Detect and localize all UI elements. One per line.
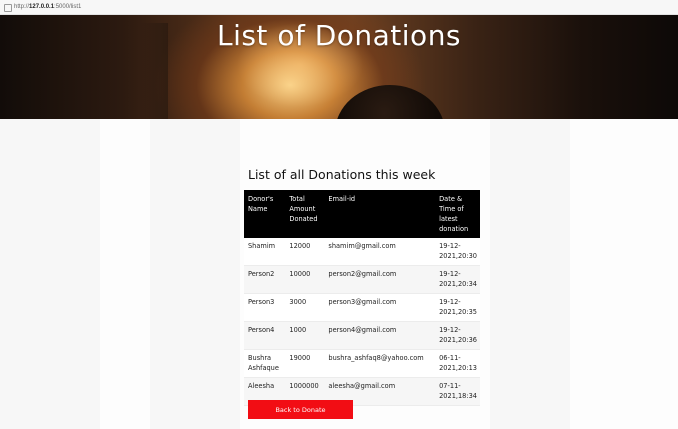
table-row: Shamim 12000 shamim@gmail.com 19-12-2021… [244,238,480,266]
section-title: List of all Donations this week [248,167,436,182]
donations-table: Donor's Name Total Amount Donated Email-… [244,190,480,406]
table-header-row: Donor's Name Total Amount Donated Email-… [244,190,480,238]
hero-background-silhouette [335,85,445,119]
cell-amount: 12000 [285,238,325,266]
column-header-amount: Total Amount Donated [285,190,325,238]
table-row: Bushra Ashfaque 19000 bushra_ashfaq8@yah… [244,349,480,378]
cell-date: 19-12-2021,20:30 [435,238,480,266]
cell-donor-name: Person4 [244,321,286,350]
cell-date: 19-12-2021,20:34 [435,265,480,294]
background-stripe [490,119,570,429]
cell-date: 19-12-2021,20:36 [435,321,480,350]
info-icon[interactable] [4,4,12,12]
page-title: List of Donations [216,19,462,52]
table-row: Person4 1000 person4@gmail.com 19-12-202… [244,321,480,350]
url-text[interactable]: http://127.0.0.1:5000/list1 [14,2,81,12]
cell-amount: 10000 [285,265,325,294]
cell-date: 19-12-2021,20:35 [435,293,480,322]
cell-amount: 1000 [285,321,325,350]
cell-date: 07-11-2021,18:34 [435,377,480,406]
column-header-date: Date & Time of latest donation [435,190,480,238]
cell-donor-name: Bushra Ashfaque [244,349,286,378]
cell-email: person3@gmail.com [324,293,436,322]
cell-donor-name: Shamim [244,238,286,266]
cell-email: person4@gmail.com [324,321,436,350]
cell-donor-name: Person3 [244,293,286,322]
cell-amount: 3000 [285,293,325,322]
cell-email: shamim@gmail.com [324,238,436,266]
column-header-donor-name: Donor's Name [244,190,286,238]
cell-date: 06-11-2021,20:13 [435,349,480,378]
background-stripe [150,119,240,429]
column-header-email: Email-id [324,190,436,238]
back-to-donate-button[interactable]: Back to Donate [248,400,353,419]
table-row: Person3 3000 person3@gmail.com 19-12-202… [244,293,480,322]
hero-banner: List of Donations [0,15,678,119]
background-stripe [0,119,100,429]
table-row: Person2 10000 person2@gmail.com 19-12-20… [244,265,480,294]
cell-amount: 19000 [285,349,325,378]
cell-email: bushra_ashfaq8@yahoo.com [324,349,436,378]
browser-address-bar[interactable]: http://127.0.0.1:5000/list1 [0,0,678,15]
cell-donor-name: Person2 [244,265,286,294]
cell-email: person2@gmail.com [324,265,436,294]
